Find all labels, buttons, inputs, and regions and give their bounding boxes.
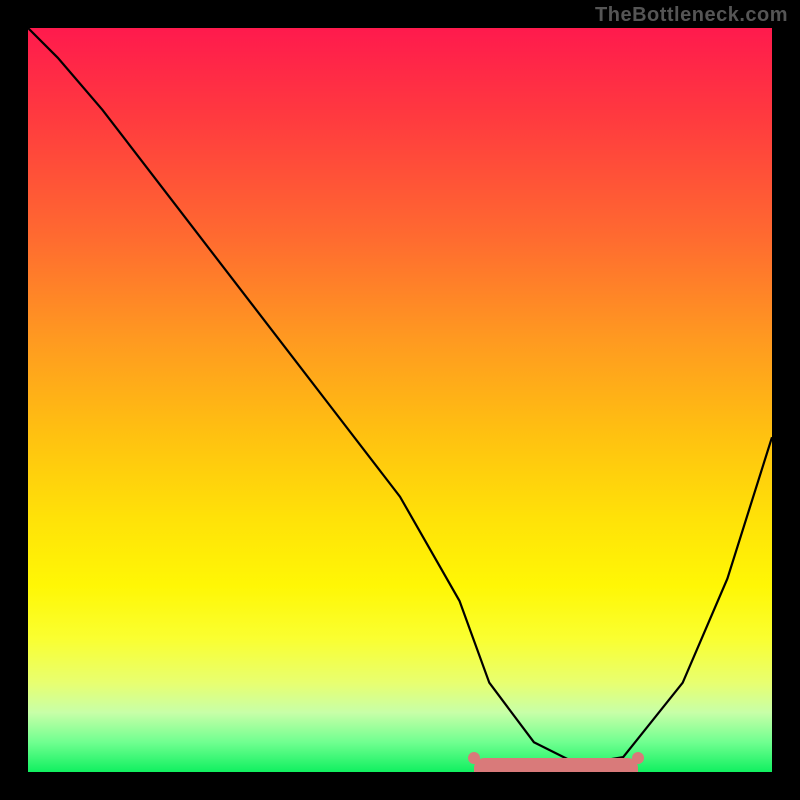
frame-border	[772, 0, 800, 800]
optimal-range-band	[474, 758, 638, 772]
watermark-text: TheBottleneck.com	[595, 4, 788, 27]
bottleneck-curve	[28, 28, 772, 772]
plot-area	[28, 28, 772, 772]
chart-frame: TheBottleneck.com	[0, 0, 800, 800]
frame-border	[0, 772, 800, 800]
optimal-range-dot	[632, 752, 644, 764]
frame-border	[0, 0, 28, 800]
